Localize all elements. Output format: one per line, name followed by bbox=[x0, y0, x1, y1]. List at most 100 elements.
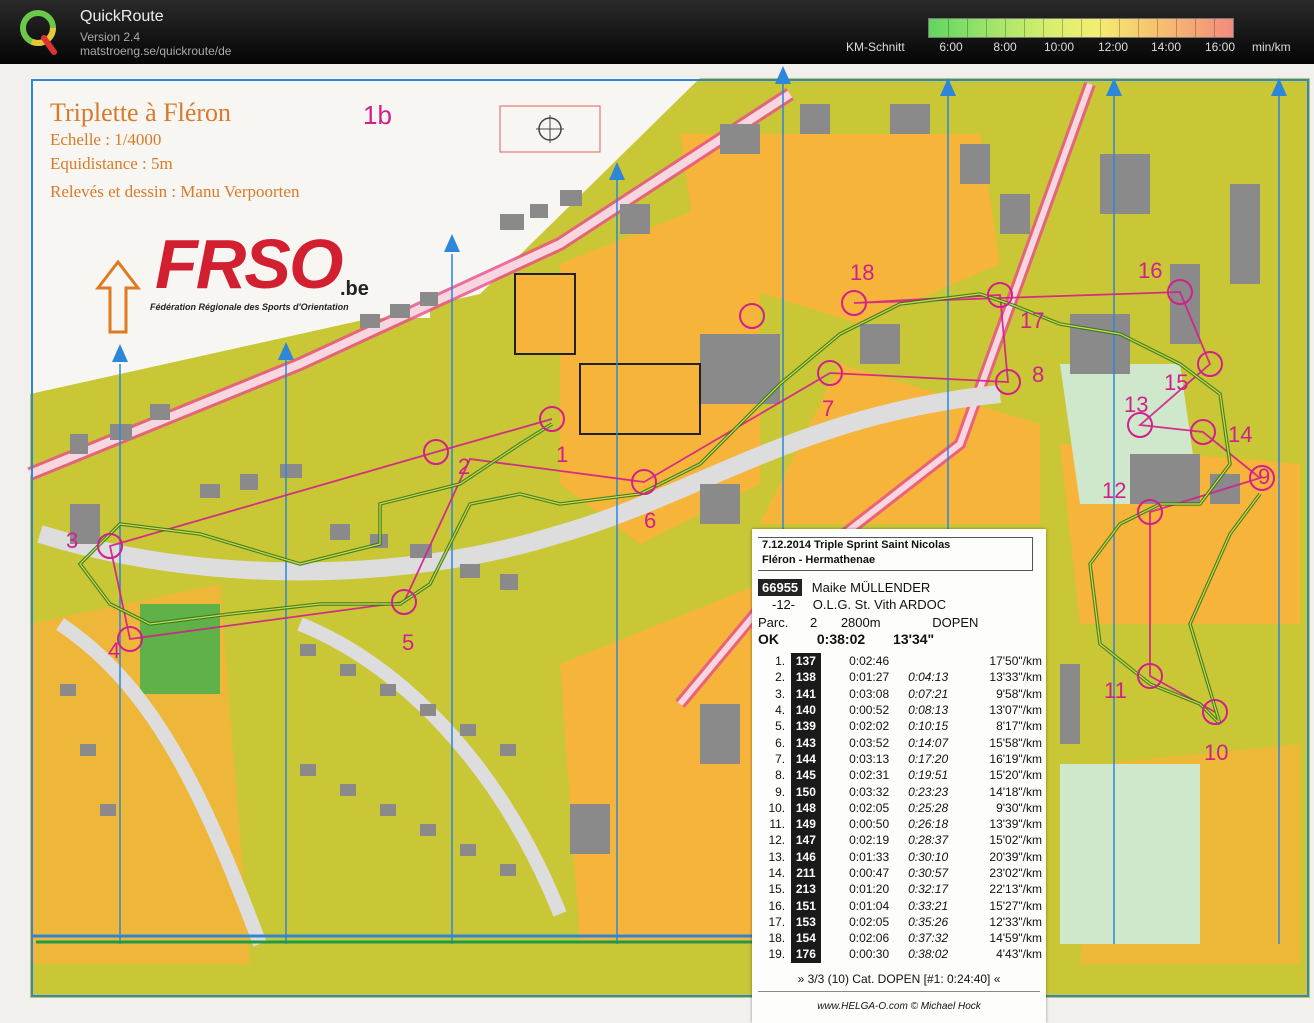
event-location: Fléron - Hermathenae bbox=[762, 554, 876, 566]
total-time: 0:38:02 bbox=[816, 631, 866, 647]
control-label: 14 bbox=[1228, 422, 1253, 447]
leg-pace: 8'17"/km bbox=[996, 719, 1042, 734]
split-row: 8. 145 0:02:31 0:19:51 15'20"/km bbox=[752, 767, 1046, 784]
quickroute-logo-icon bbox=[20, 10, 57, 55]
frso-subtitle: Fédération Régionale des Sports d'Orient… bbox=[150, 302, 349, 312]
leg-time: 0:02:02 bbox=[849, 719, 890, 734]
cumulative-time: 0:14:07 bbox=[908, 735, 949, 750]
legend-tick: 16:00 bbox=[1204, 40, 1236, 54]
leg-pace: 9'30"/km bbox=[996, 800, 1042, 815]
control-code: 151 bbox=[791, 897, 821, 914]
split-number: 10. bbox=[768, 800, 786, 815]
pace-legend-unit: min/km bbox=[1252, 40, 1291, 54]
leg-pace: 9'58"/km bbox=[996, 686, 1042, 701]
control-code: 176 bbox=[791, 946, 821, 963]
split-row: 5. 139 0:02:02 0:10:15 8'17"/km bbox=[752, 718, 1046, 735]
control-label: 12 bbox=[1102, 478, 1127, 503]
control-label: 15 bbox=[1164, 370, 1189, 395]
split-row: 6. 143 0:03:52 0:14:07 15'58"/km bbox=[752, 734, 1046, 751]
split-footer: » 3/3 (10) Cat. DOPEN [#1: 0:24:40] « bbox=[797, 972, 1001, 986]
cumulative-time bbox=[889, 653, 948, 669]
split-number: 13. bbox=[768, 849, 786, 864]
event-header: 7.12.2014 Triple Sprint Saint Nicolas Fl… bbox=[758, 537, 1033, 571]
leg-pace: 4'43"/km bbox=[996, 947, 1042, 962]
leg-pace: 13'39"/km bbox=[989, 817, 1042, 832]
split-number: 3. bbox=[775, 686, 786, 701]
split-row: 7. 144 0:03:13 0:17:20 16'19"/km bbox=[752, 750, 1046, 768]
split-row: 19. 176 0:00:30 0:38:02 4'43"/km bbox=[752, 946, 1046, 963]
control-label: 5 bbox=[402, 630, 415, 655]
parc-label: Parc. bbox=[758, 615, 789, 630]
control-code: 154 bbox=[791, 930, 821, 947]
leg-time: 0:03:13 bbox=[849, 751, 890, 766]
split-row: 1. 137 0:02:46 17'50"/km bbox=[752, 653, 1046, 670]
cumulative-time: 0:23:23 bbox=[908, 784, 949, 799]
orienteering-map[interactable]: Triplette à Fléron Echelle : 1/4000 Equi… bbox=[0, 64, 1314, 1023]
leg-time: 0:02:05 bbox=[849, 800, 890, 815]
leg-time: 0:02:05 bbox=[849, 914, 890, 929]
course-distance: 2800m bbox=[840, 615, 881, 630]
leg-time: 0:02:06 bbox=[849, 931, 890, 946]
control-label: 8 bbox=[1032, 362, 1045, 387]
leg-time: 0:01:20 bbox=[849, 882, 890, 897]
control-label: 16 bbox=[1138, 258, 1163, 283]
leg-pace: 14'59"/km bbox=[989, 931, 1042, 946]
control-label: 18 bbox=[850, 260, 875, 285]
app-url[interactable]: matstroeng.se/quickroute/de bbox=[80, 44, 231, 58]
cumulative-time: 0:19:51 bbox=[908, 768, 949, 783]
pace-legend-label: KM-Schnitt bbox=[846, 40, 905, 54]
split-row: 14. 211 0:00:47 0:30:57 23'02"/km bbox=[752, 864, 1046, 882]
legend-tick: 6:00 bbox=[939, 40, 963, 54]
app-header: QuickRoute Version 2.4 matstroeng.se/qui… bbox=[0, 0, 1314, 64]
split-row: 15. 213 0:01:20 0:32:17 22'13"/km bbox=[752, 881, 1046, 898]
leg-time: 0:02:46 bbox=[849, 654, 890, 669]
control-code: 141 bbox=[791, 685, 821, 702]
split-number: 18. bbox=[768, 931, 786, 946]
app-version: Version 2.4 bbox=[80, 30, 141, 44]
split-number: 17. bbox=[768, 914, 786, 929]
frso-logo: FRSO bbox=[155, 225, 343, 303]
split-number: 5. bbox=[775, 719, 786, 734]
control-code: 211 bbox=[791, 864, 821, 882]
split-row: 3. 141 0:03:08 0:07:21 9'58"/km bbox=[752, 685, 1046, 702]
leg-pace: 22'13"/km bbox=[989, 882, 1042, 897]
pace-legend-bar bbox=[928, 18, 1234, 38]
cumulative-time: 0:30:57 bbox=[908, 866, 949, 880]
leg-time: 0:02:19 bbox=[849, 833, 890, 848]
split-number: 19. bbox=[768, 947, 786, 962]
runner-name: Maike MÜLLENDER bbox=[811, 580, 931, 595]
legend-tick: 8:00 bbox=[993, 40, 1017, 54]
control-label: 17 bbox=[1020, 308, 1045, 333]
control-label: 4 bbox=[108, 638, 121, 663]
cumulative-time: 0:32:17 bbox=[908, 882, 949, 897]
leg-pace: 13'33"/km bbox=[989, 670, 1042, 685]
result-status: OK bbox=[758, 631, 779, 647]
map-canvas[interactable] bbox=[0, 64, 1314, 1023]
control-code: 143 bbox=[791, 734, 821, 751]
control-label: 9 bbox=[1258, 464, 1271, 489]
leg-pace: 17'50"/km bbox=[989, 654, 1042, 669]
category: DOPEN bbox=[932, 615, 979, 630]
split-number: 8. bbox=[775, 768, 786, 783]
leg-pace: 15'58"/km bbox=[989, 735, 1042, 750]
runner-club: O.L.G. St. Vith ARDOC bbox=[812, 597, 947, 612]
split-number: 4. bbox=[775, 703, 786, 718]
split-number: 7. bbox=[775, 751, 786, 766]
control-code: 149 bbox=[791, 815, 821, 833]
cumulative-time: 0:08:13 bbox=[908, 703, 949, 718]
frso-domain: .be bbox=[340, 278, 369, 300]
split-number: 12. bbox=[768, 833, 786, 848]
control-code: 140 bbox=[791, 701, 821, 719]
leg-pace: 13'07"/km bbox=[989, 703, 1042, 718]
split-row: 10. 148 0:02:05 0:25:28 9'30"/km bbox=[752, 799, 1046, 816]
split-row: 16. 151 0:01:04 0:33:21 15'27"/km bbox=[752, 897, 1046, 914]
leg-pace: 12'33"/km bbox=[989, 914, 1042, 929]
cumulative-time: 0:28:37 bbox=[908, 833, 949, 848]
map-scale: Echelle : 1/4000 bbox=[50, 130, 162, 149]
cumulative-time: 0:26:18 bbox=[908, 817, 949, 832]
leg-pace: 23'02"/km bbox=[989, 866, 1042, 880]
control-code: 139 bbox=[791, 718, 821, 735]
leg-pace: 15'02"/km bbox=[989, 833, 1042, 848]
control-code: 213 bbox=[791, 881, 821, 898]
leg-time: 0:03:32 bbox=[849, 784, 890, 799]
